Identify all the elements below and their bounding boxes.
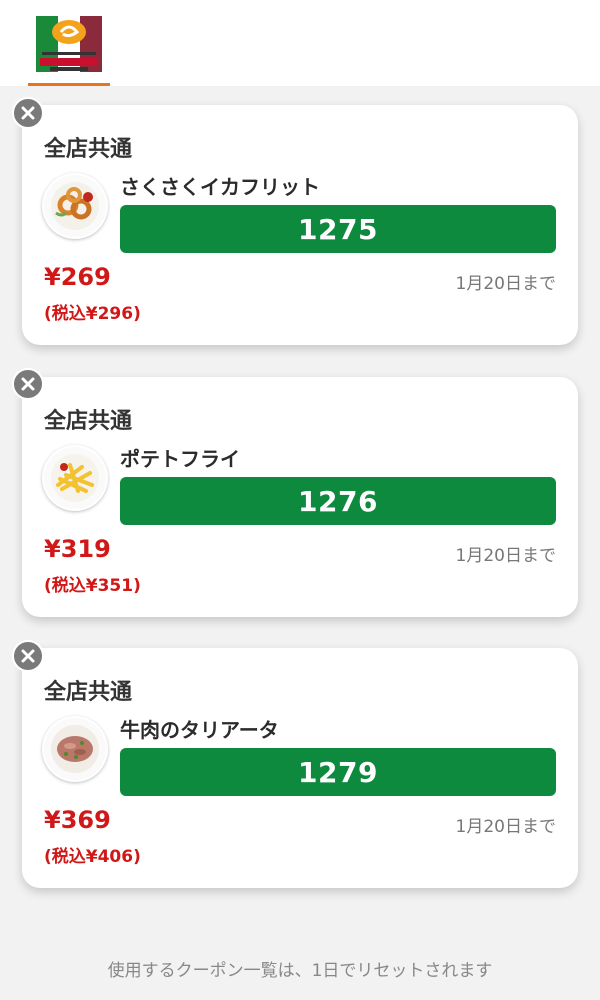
app-header	[0, 0, 600, 86]
squid-fritter-plate-icon	[42, 173, 108, 239]
beef-tagliata-plate-icon	[42, 716, 108, 782]
expiry-date: 1月20日まで	[455, 274, 556, 294]
french-fries-plate-icon	[42, 445, 108, 511]
price: ¥369	[44, 806, 111, 834]
close-coupon-button[interactable]	[12, 97, 44, 129]
item-name: ポテトフライ	[120, 447, 240, 471]
price: ¥319	[44, 535, 111, 563]
close-coupon-button[interactable]	[12, 640, 44, 672]
coupon-card[interactable]: 全店共通 牛肉のタリアータ 1279 ¥369 (税込¥406) 1月20日まで	[22, 648, 578, 888]
coupon-card[interactable]: 全店共通 ポテトフライ 1276 ¥319 (税込¥351) 1月20日まで	[22, 377, 578, 617]
price-tax-included: (税込¥351)	[44, 576, 141, 596]
item-name: さくさくイカフリット	[120, 175, 320, 199]
expiry-date: 1月20日まで	[455, 817, 556, 837]
coupon-code-button[interactable]: 1276	[120, 477, 556, 525]
close-icon	[21, 377, 35, 391]
item-name: 牛肉のタリアータ	[120, 718, 279, 742]
active-tab-indicator	[28, 83, 110, 86]
expiry-date: 1月20日まで	[455, 546, 556, 566]
grazie-gardens-logo	[36, 16, 102, 72]
close-icon	[21, 106, 35, 120]
price-tax-included: (税込¥406)	[44, 847, 141, 867]
close-coupon-button[interactable]	[12, 368, 44, 400]
store-scope-label: 全店共通	[44, 137, 133, 162]
store-scope-label: 全店共通	[44, 409, 133, 434]
reset-notice: 使用するクーポン一覧は、1日でリセットされます	[107, 961, 493, 981]
price: ¥269	[44, 263, 111, 291]
coupon-code-button[interactable]: 1275	[120, 205, 556, 253]
close-icon	[21, 649, 35, 663]
store-scope-label: 全店共通	[44, 680, 133, 705]
coupon-code-button[interactable]: 1279	[120, 748, 556, 796]
coupon-card[interactable]: 全店共通 さくさくイカフリット 1275 ¥269 (税込¥296) 1月20日…	[22, 105, 578, 345]
logo-tab[interactable]	[28, 0, 110, 86]
price-tax-included: (税込¥296)	[44, 304, 141, 324]
